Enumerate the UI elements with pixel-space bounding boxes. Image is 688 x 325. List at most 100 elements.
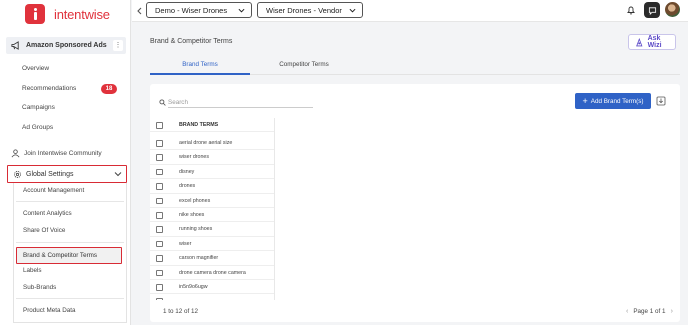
row-checkbox[interactable] <box>156 269 163 277</box>
top-bar: Demo - Wiser Drones Wiser Drones - Vendo… <box>132 0 688 22</box>
sidebar: intentwise Amazon Sponsored Ads ⋮ Overvi… <box>0 0 131 325</box>
brand-term-cell: wiser <box>179 240 192 247</box>
tab-competitor-terms[interactable]: Competitor Terms <box>254 61 354 68</box>
page-title: Brand & Competitor Terms <box>150 38 233 45</box>
chat-icon[interactable] <box>644 2 660 18</box>
brand-term-cell: running shoes <box>179 226 213 233</box>
submenu-item-product-meta-data[interactable]: Product Meta Data <box>23 307 76 314</box>
select-all-checkbox[interactable] <box>156 122 163 129</box>
brand-term-cell: carson magnifier <box>179 255 219 262</box>
submenu-item-sub-brands[interactable]: Sub-Brands <box>23 284 56 291</box>
submenu-item-labels[interactable]: Labels <box>23 267 42 274</box>
submenu-item-label: Brand & Competitor Terms <box>23 252 98 259</box>
search-icon <box>159 99 166 106</box>
column-header-brand-terms: BRAND TERMS <box>179 122 219 128</box>
pagination: ‹ Page 1 of 1 › <box>621 308 678 315</box>
tab-brand-terms[interactable]: Brand Terms <box>150 61 250 68</box>
sidebar-item-overview[interactable]: Overview <box>22 65 49 72</box>
table-row: running shoes <box>150 222 274 237</box>
brand-term-cell: aerial drone aerial size <box>179 140 233 146</box>
plus-icon: + <box>582 95 588 106</box>
profile-select-value: Wiser Drones - Vendor <box>266 5 342 15</box>
table-row: disney <box>150 165 274 180</box>
add-button-label: Add Brand Term(s) <box>590 97 644 105</box>
row-checkbox[interactable] <box>156 255 163 262</box>
brand-term-cell: drone camera drone camera <box>179 269 246 276</box>
table-row: wiser drones <box>150 150 274 165</box>
global-settings-submenu: Account Management Content Analytics Sha… <box>13 183 127 323</box>
brand-terms-card: + Add Brand Term(s) BRAND TERMS aerial d… <box>150 84 680 322</box>
people-icon <box>10 148 20 158</box>
more-options-icon[interactable]: ⋮ <box>113 40 123 51</box>
active-tab-indicator <box>150 73 250 75</box>
submenu-item-share-of-voice[interactable]: Share Of Voice <box>23 227 65 234</box>
row-checkbox[interactable] <box>156 154 163 161</box>
table-row: excel phones <box>150 194 274 208</box>
join-community-link[interactable]: Join Intentwise Community <box>10 148 102 158</box>
chevron-down-icon <box>349 8 356 13</box>
row-checkbox[interactable] <box>156 226 163 233</box>
logo[interactable]: intentwise <box>25 3 110 25</box>
download-icon[interactable] <box>656 96 666 106</box>
global-settings-toggle[interactable]: Global Settings <box>7 165 127 183</box>
chevron-down-icon <box>238 8 245 13</box>
row-checkbox[interactable] <box>156 140 163 147</box>
wizi-icon <box>636 37 643 46</box>
table-row: carson magnifier <box>150 251 274 266</box>
chevron-down-icon <box>114 172 122 177</box>
submenu-divider <box>16 201 124 202</box>
brand-term-cell: drones <box>179 183 196 190</box>
table-row: aerial drone aerial size <box>150 136 274 151</box>
brand-term-cell: in5n9o6ugw <box>179 284 208 290</box>
brand-term-cell: excel phones <box>179 197 211 204</box>
submenu-divider <box>16 298 124 299</box>
ask-wizi-button[interactable]: Ask Wizi <box>628 34 676 50</box>
collapse-sidebar-icon[interactable] <box>133 5 145 17</box>
sidebar-item-campaigns[interactable]: Campaigns <box>22 104 55 111</box>
profile-select[interactable]: Wiser Drones - Vendor <box>257 2 363 18</box>
brand-term-cell: wiser drones <box>179 154 210 161</box>
amazon-sponsored-ads-section[interactable]: Amazon Sponsored Ads ⋮ <box>6 37 126 54</box>
submenu-divider <box>16 242 124 243</box>
submenu-item-content-analytics[interactable]: Content Analytics <box>23 210 72 217</box>
community-label: Join Intentwise Community <box>24 149 102 157</box>
ask-wizi-label: Ask Wizi <box>647 35 662 49</box>
search-input[interactable] <box>168 97 313 108</box>
row-checkbox[interactable] <box>156 298 163 300</box>
row-checkbox[interactable] <box>156 183 163 190</box>
submenu-item-account-management[interactable]: Account Management <box>23 187 84 194</box>
column-divider <box>274 118 275 300</box>
row-checkbox[interactable] <box>156 284 163 291</box>
intentwise-logo-icon <box>25 4 45 24</box>
sidebar-item-recommendations[interactable]: Recommendations <box>22 85 76 92</box>
previous-page-icon[interactable]: ‹ <box>626 308 628 315</box>
row-checkbox[interactable] <box>156 197 163 205</box>
account-select[interactable]: Demo - Wiser Drones <box>146 2 252 18</box>
row-count: 1 to 12 of 12 <box>163 308 199 315</box>
page-indicator: Page 1 of 1 <box>633 308 666 315</box>
table-row: in5n9o6ugw <box>150 280 274 295</box>
user-avatar[interactable] <box>665 2 680 17</box>
brand-term-cell: disney <box>179 168 195 175</box>
logo-text: intentwise <box>54 6 110 22</box>
row-checkbox[interactable] <box>156 240 163 248</box>
account-select-value: Demo - Wiser Drones <box>155 5 228 15</box>
table-row: drones <box>150 179 274 194</box>
table-row: nike shoes <box>150 208 274 223</box>
row-checkbox[interactable] <box>156 212 163 219</box>
sidebar-item-ad-groups[interactable]: Ad Groups <box>22 124 53 131</box>
gear-icon <box>12 169 22 179</box>
submenu-item-brand-competitor-terms[interactable]: Brand & Competitor Terms <box>16 247 122 264</box>
brand-terms-table: BRAND TERMS aerial drone aerial size wis… <box>150 118 275 300</box>
next-page-icon[interactable]: › <box>671 308 673 315</box>
table-header-row: BRAND TERMS <box>150 118 274 133</box>
add-brand-terms-button[interactable]: + Add Brand Term(s) <box>575 93 651 109</box>
recommendations-count-badge: 18 <box>101 84 117 94</box>
section-label: Amazon Sponsored Ads <box>26 42 107 49</box>
bell-icon[interactable] <box>624 3 638 17</box>
megaphone-icon <box>10 41 20 51</box>
table-row: drone camera drone camera <box>150 266 274 280</box>
row-checkbox[interactable] <box>156 168 163 176</box>
global-settings-label: Global Settings <box>26 170 74 178</box>
brand-term-cell: nike shoes <box>179 212 205 218</box>
